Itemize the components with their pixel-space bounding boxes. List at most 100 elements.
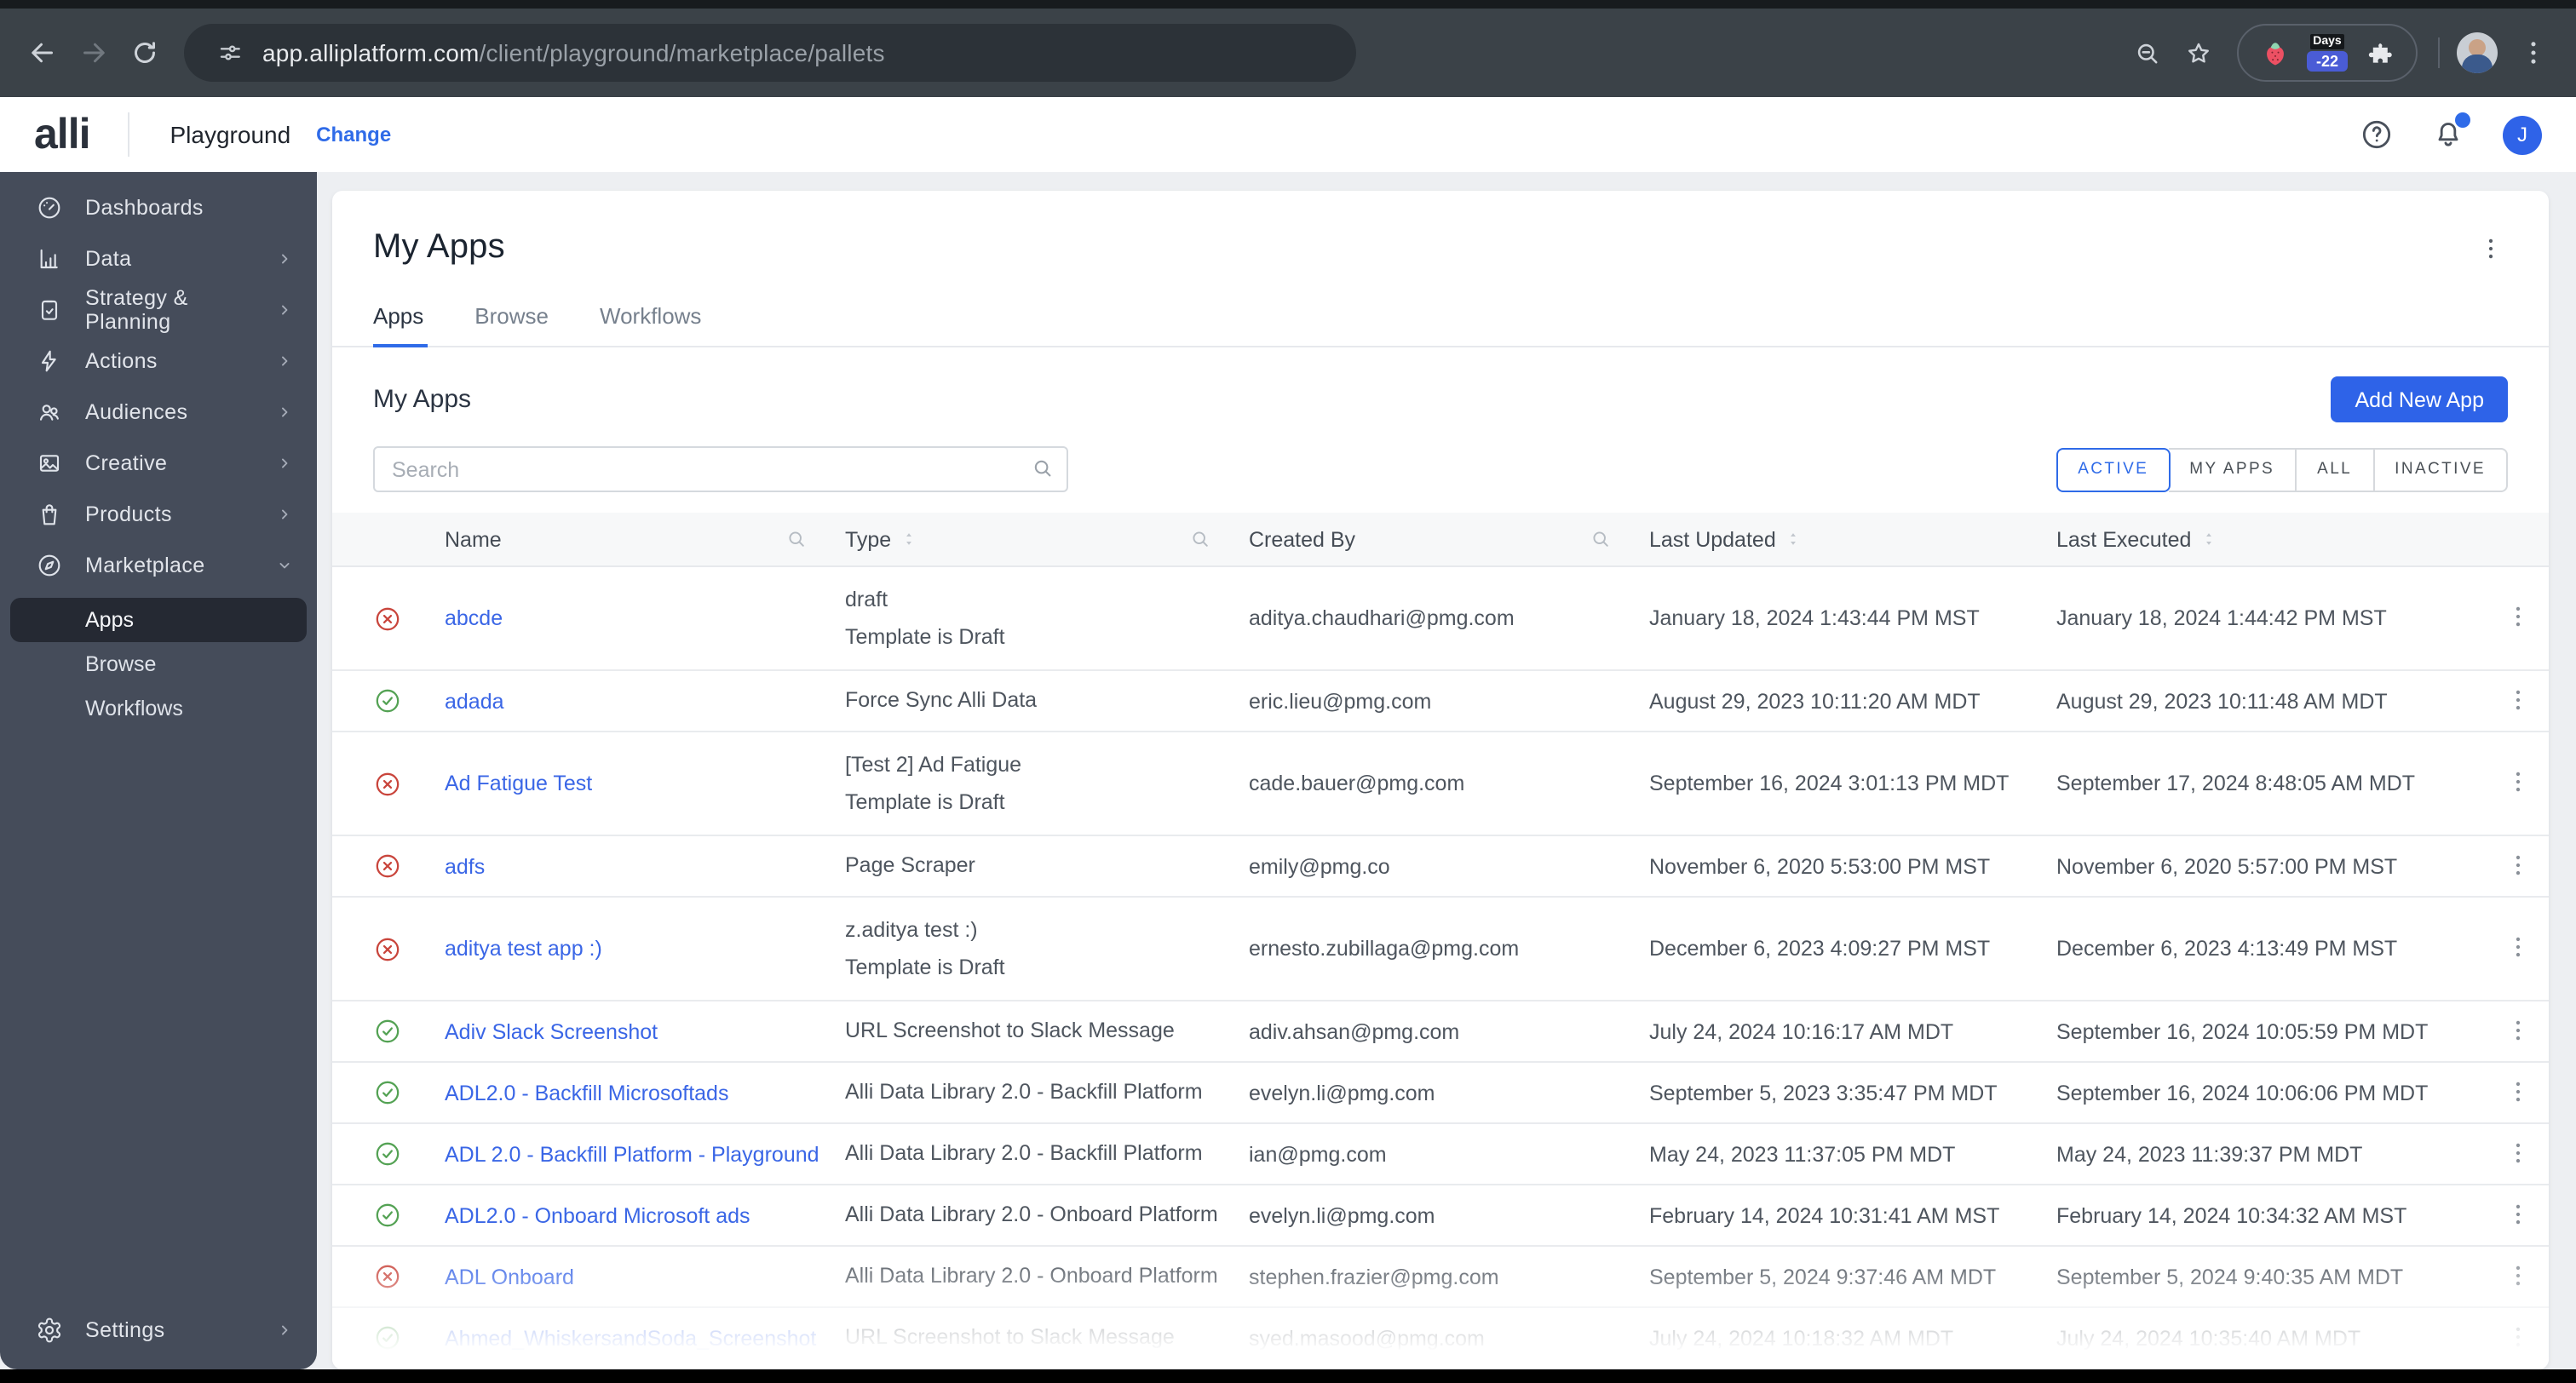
puzzle-extensions-icon[interactable]	[2360, 32, 2401, 73]
row-menu-icon[interactable]	[2504, 1323, 2535, 1353]
row-name-cell: Ahmed_WhiskersandSoda_Screenshot	[445, 1326, 825, 1350]
app-name-link[interactable]: ADL Onboard	[445, 1265, 574, 1288]
row-menu-icon[interactable]	[2504, 1261, 2535, 1292]
column-search-icon[interactable]	[1590, 528, 1612, 550]
site-settings-icon[interactable]	[208, 31, 252, 75]
row-name-cell: ADL Onboard	[445, 1265, 825, 1288]
filter-inactive-button[interactable]: INACTIVE	[2374, 447, 2508, 491]
browser-toolbar: app.alliplatform.com/client/playground/m…	[0, 9, 2576, 97]
notifications-bell-icon[interactable]	[2431, 112, 2470, 152]
page-title: My Apps	[373, 228, 505, 266]
app-name-link[interactable]: ADL2.0 - Backfill Microsoftads	[445, 1081, 728, 1105]
sidebar-subitem-workflows[interactable]: Workflows	[10, 686, 307, 731]
row-status-cell	[373, 1078, 424, 1107]
row-type-cell: z.aditya test :) Template is Draft	[845, 917, 1228, 980]
sidebar-item-marketplace[interactable]: Marketplace	[0, 540, 317, 591]
table-row: aditya test app :) z.aditya test :) Templa…	[332, 898, 2549, 1001]
app-name-link[interactable]: adfs	[445, 854, 485, 878]
image-icon	[36, 450, 63, 477]
row-menu-icon[interactable]	[2504, 933, 2535, 964]
browser-profile-avatar[interactable]	[2457, 32, 2498, 73]
page-menu-icon[interactable]	[2477, 235, 2508, 266]
filter-active-button[interactable]: ACTIVE	[2056, 447, 2171, 491]
filter-my-apps-button[interactable]: MY APPS	[2169, 447, 2297, 491]
back-icon[interactable]	[17, 27, 68, 78]
row-type-cell: Alli Data Library 2.0 - Onboard Platform	[845, 1264, 1228, 1289]
app-header: alli Playground Change J	[0, 97, 2576, 172]
row-menu-icon[interactable]	[2504, 686, 2535, 716]
sort-icon[interactable]	[2199, 530, 2218, 548]
column-search-icon[interactable]	[785, 528, 808, 550]
status-error-icon	[373, 769, 402, 798]
chevron-right-icon	[276, 250, 293, 267]
app-name-link[interactable]: ADL 2.0 - Backfill Platform - Playground	[445, 1142, 819, 1166]
sidebar-subitem-apps[interactable]: Apps	[10, 598, 307, 642]
row-created-by-cell: cade.bauer@pmg.com	[1249, 772, 1465, 795]
sidebar-item-audiences[interactable]: Audiences	[0, 387, 317, 438]
app-name-link[interactable]: adada	[445, 689, 504, 713]
tab-workflows[interactable]: Workflows	[600, 303, 701, 346]
add-new-app-button[interactable]: Add New App	[2331, 376, 2508, 422]
type-lines: Alli Data Library 2.0 - Backfill Platfor…	[845, 1080, 1203, 1104]
app-name-link[interactable]: abcde	[445, 606, 503, 630]
sidebar-subitem-browse[interactable]: Browse	[10, 642, 307, 686]
help-icon[interactable]	[2360, 118, 2394, 152]
row-last-executed-cell: September 17, 2024 8:48:05 AM MDT	[2056, 772, 2416, 795]
row-menu-icon[interactable]	[2504, 768, 2535, 799]
reload-icon[interactable]	[119, 27, 170, 78]
app-name-link[interactable]: ADL2.0 - Onboard Microsoft ads	[445, 1203, 750, 1227]
table-row: ADL Onboard Alli Data Library 2.0 - Onboa…	[332, 1247, 2549, 1308]
app-name-link[interactable]: aditya test app :)	[445, 937, 602, 961]
strawberry-extension-icon[interactable]	[2254, 32, 2295, 73]
search-input[interactable]	[373, 446, 1068, 492]
status-filter-group: ACTIVE MY APPS ALL INACTIVE	[2056, 447, 2508, 491]
row-actions-cell	[2448, 686, 2535, 716]
sort-icon[interactable]	[900, 530, 918, 548]
chevron-right-icon	[276, 353, 293, 370]
address-bar[interactable]: app.alliplatform.com/client/playground/m…	[184, 24, 1356, 82]
row-created-by-cell: eric.lieu@pmg.com	[1249, 689, 1432, 713]
row-menu-icon[interactable]	[2504, 1200, 2535, 1231]
sidebar-item-creative[interactable]: Creative	[0, 438, 317, 489]
sidebar-item-dashboards[interactable]: Dashboards	[0, 182, 317, 233]
forward-icon[interactable]	[68, 27, 119, 78]
filter-all-button[interactable]: ALL	[2297, 447, 2375, 491]
row-menu-icon[interactable]	[2504, 1016, 2535, 1047]
bookmark-star-icon[interactable]	[2172, 27, 2223, 78]
sidebar-item-actions[interactable]: Actions	[0, 336, 317, 387]
row-type-cell: Page Scraper	[845, 853, 1228, 879]
app-name-link[interactable]: Ahmed_WhiskersandSoda_Screenshot	[445, 1326, 816, 1350]
row-menu-icon[interactable]	[2504, 851, 2535, 881]
app-name-link[interactable]: Adiv Slack Screenshot	[445, 1019, 658, 1043]
row-menu-icon[interactable]	[2504, 603, 2535, 634]
row-created-by-cell: aditya.chaudhari@pmg.com	[1249, 606, 1515, 630]
table-row: Ahmed_WhiskersandSoda_Screenshot URL Scre…	[332, 1308, 2549, 1369]
sidebar-item-label: Creative	[85, 451, 168, 475]
row-menu-icon[interactable]	[2504, 1077, 2535, 1108]
sort-icon[interactable]	[1785, 530, 1803, 548]
browser-menu-icon[interactable]	[2508, 27, 2559, 78]
tab-browse[interactable]: Browse	[474, 303, 549, 346]
row-type-cell: URL Screenshot to Slack Message	[845, 1325, 1228, 1351]
row-name-cell: Adiv Slack Screenshot	[445, 1019, 825, 1043]
row-actions-cell	[2448, 768, 2535, 799]
days-extension-badge[interactable]: Days -22	[2305, 34, 2349, 72]
tab-apps[interactable]: Apps	[373, 303, 427, 347]
row-status-cell	[373, 686, 424, 715]
user-avatar[interactable]: J	[2503, 115, 2542, 154]
column-search-icon[interactable]	[1189, 528, 1211, 550]
alli-logo: alli	[34, 110, 90, 158]
row-status-cell	[373, 769, 424, 798]
chevron-right-icon	[276, 301, 293, 318]
row-actions-cell	[2448, 851, 2535, 881]
sidebar-item-settings[interactable]: Settings	[0, 1305, 317, 1356]
sidebar-item-strategy-planning[interactable]: Strategy & Planning	[0, 284, 317, 336]
chevron-right-icon	[276, 404, 293, 421]
sidebar-item-products[interactable]: Products	[0, 489, 317, 540]
app-name-link[interactable]: Ad Fatigue Test	[445, 772, 592, 795]
change-workspace-link[interactable]: Change	[316, 123, 391, 146]
row-actions-cell	[2448, 1016, 2535, 1047]
zoom-out-icon[interactable]	[2121, 27, 2172, 78]
row-menu-icon[interactable]	[2504, 1139, 2535, 1169]
sidebar-item-data[interactable]: Data	[0, 233, 317, 284]
